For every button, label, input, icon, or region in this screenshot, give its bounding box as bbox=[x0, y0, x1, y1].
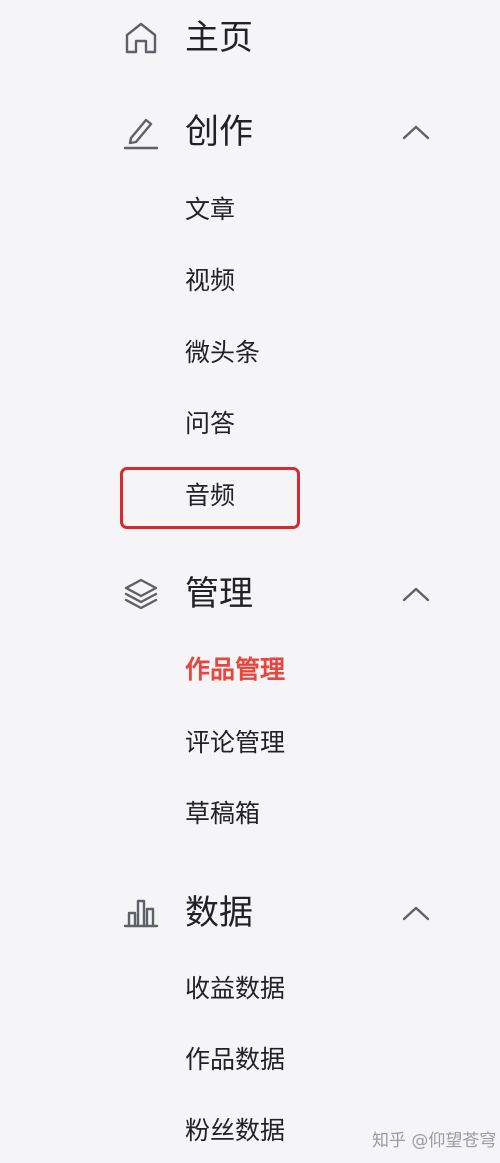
nav-item-micro-post[interactable]: 微头条 bbox=[0, 328, 500, 378]
highlight-box bbox=[120, 467, 300, 529]
nav-item-label: 粉丝数据 bbox=[185, 1116, 286, 1145]
chevron-up-icon[interactable] bbox=[398, 120, 434, 144]
nav-item-qa[interactable]: 问答 bbox=[0, 399, 500, 449]
nav-item-video[interactable]: 视频 bbox=[0, 256, 500, 306]
nav-item-drafts[interactable]: 草稿箱 bbox=[0, 789, 500, 839]
nav-section-manage[interactable]: 管理 bbox=[0, 564, 500, 624]
nav-item-label: 收益数据 bbox=[185, 974, 286, 1003]
layers-icon bbox=[120, 573, 162, 615]
chevron-up-icon[interactable] bbox=[398, 901, 434, 925]
nav-item-revenue-data[interactable]: 收益数据 bbox=[0, 964, 500, 1014]
nav-item-label: 微头条 bbox=[185, 338, 261, 367]
nav-item-label: 作品数据 bbox=[185, 1045, 286, 1074]
nav-section-data-label: 数据 bbox=[185, 893, 253, 933]
nav-item-label: 作品管理 bbox=[185, 655, 286, 684]
home-icon bbox=[120, 17, 162, 59]
nav-item-label: 问答 bbox=[185, 409, 236, 438]
nav-item-label: 草稿箱 bbox=[185, 799, 261, 828]
watermark: 知乎 @仰望苍穹 bbox=[372, 1131, 497, 1151]
nav-item-works-management[interactable]: 作品管理 bbox=[0, 645, 500, 695]
nav-home-label: 主页 bbox=[185, 18, 253, 58]
bar-chart-icon bbox=[120, 892, 162, 934]
nav-item-label: 视频 bbox=[185, 266, 236, 295]
nav-section-create[interactable]: 创作 bbox=[0, 102, 500, 162]
pen-icon bbox=[120, 111, 162, 153]
nav-item-comment-management[interactable]: 评论管理 bbox=[0, 718, 500, 768]
nav-item-label: 评论管理 bbox=[185, 728, 286, 757]
nav-item-article[interactable]: 文章 bbox=[0, 185, 500, 235]
nav-section-manage-label: 管理 bbox=[185, 574, 253, 614]
nav-item-label: 文章 bbox=[185, 195, 236, 224]
nav-home[interactable]: 主页 bbox=[0, 8, 500, 68]
nav-item-works-data[interactable]: 作品数据 bbox=[0, 1035, 500, 1085]
nav-section-data[interactable]: 数据 bbox=[0, 883, 500, 943]
chevron-up-icon[interactable] bbox=[398, 582, 434, 606]
nav-section-create-label: 创作 bbox=[185, 112, 253, 152]
